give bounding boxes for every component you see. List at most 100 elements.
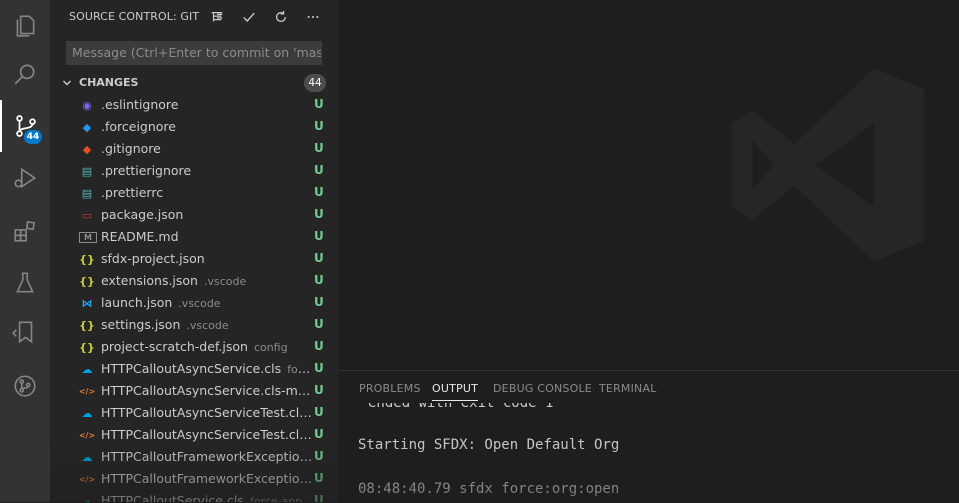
changed-file-row[interactable]: ⋈ launch.json .vscode U bbox=[50, 292, 338, 314]
changed-file-row[interactable]: M README.md U bbox=[50, 226, 338, 248]
file-directory: config bbox=[253, 341, 288, 354]
untracked-status-badge: U bbox=[314, 119, 324, 133]
changed-file-row[interactable]: {} project-scratch-def.json config U bbox=[50, 336, 338, 358]
sidebar-header: SOURCE CONTROL: GIT bbox=[50, 0, 338, 34]
changed-file-row[interactable]: ◆ .gitignore U bbox=[50, 138, 338, 160]
npm-icon: ▭ bbox=[81, 208, 93, 222]
run-debug-icon[interactable] bbox=[0, 152, 50, 204]
changed-file-row[interactable]: ☁ HTTPCalloutFrameworkException.c... U bbox=[50, 446, 338, 468]
file-name: .eslintignore bbox=[101, 97, 179, 112]
sidebar-title: SOURCE CONTROL: GIT bbox=[69, 10, 200, 23]
view-as-tree-icon[interactable] bbox=[207, 7, 227, 27]
salesforce-icon: ☁ bbox=[81, 406, 93, 420]
tab-output[interactable]: OUTPUT bbox=[432, 382, 479, 401]
untracked-status-badge: U bbox=[314, 427, 324, 441]
docker-icon: ◆ bbox=[82, 120, 92, 134]
more-actions-icon[interactable] bbox=[303, 7, 323, 27]
editor-area bbox=[338, 0, 959, 370]
untracked-status-badge: U bbox=[314, 163, 324, 177]
changed-file-row[interactable]: ▭ package.json U bbox=[50, 204, 338, 226]
prettier-icon: ▤ bbox=[81, 186, 93, 200]
file-name: .forceignore bbox=[101, 119, 176, 134]
tab-terminal[interactable]: TERMINAL bbox=[599, 382, 657, 395]
file-name: HTTPCalloutFrameworkException.c... bbox=[101, 471, 313, 486]
file-directory: force-... bbox=[287, 363, 313, 376]
untracked-status-badge: U bbox=[314, 185, 324, 199]
json-icon: {} bbox=[79, 274, 95, 288]
testing-icon[interactable] bbox=[0, 257, 50, 309]
changed-file-row[interactable]: </> HTTPCalloutAsyncService.cls-meta.... U bbox=[50, 380, 338, 402]
search-icon[interactable] bbox=[0, 48, 50, 100]
file-name: HTTPCalloutAsyncService.cls-meta.... bbox=[101, 383, 313, 398]
untracked-status-badge: U bbox=[314, 295, 324, 309]
changed-file-row[interactable]: ☁ HTTPCalloutAsyncServiceTest.clsf...U bbox=[50, 402, 338, 424]
untracked-status-badge: U bbox=[314, 405, 324, 419]
untracked-status-badge: U bbox=[314, 141, 324, 155]
json-icon: {} bbox=[79, 340, 95, 354]
untracked-status-badge: U bbox=[314, 449, 324, 463]
chevron-down-icon bbox=[63, 80, 71, 86]
vscode-icon: ⋈ bbox=[81, 296, 93, 310]
changed-file-row[interactable]: ☁ HTTPCalloutService.cls force-app U bbox=[50, 490, 338, 502]
commit-check-icon[interactable] bbox=[239, 7, 259, 27]
activity-bar: 44 bbox=[0, 0, 50, 502]
untracked-status-badge: U bbox=[314, 361, 324, 375]
prettier-icon: ▤ bbox=[81, 164, 93, 178]
json-icon: {} bbox=[79, 318, 95, 332]
output-line: 08:48:40.79 sfdx force:org:open bbox=[358, 481, 620, 497]
changed-file-row[interactable]: </> HTTPCalloutFrameworkException.c... U bbox=[50, 468, 338, 490]
file-name: launch.json .vscode bbox=[101, 295, 221, 310]
changed-file-row[interactable]: {} sfdx-project.json U bbox=[50, 248, 338, 270]
file-name: HTTPCalloutAsyncServiceTest.clsf... bbox=[101, 405, 313, 420]
explorer-icon[interactable] bbox=[0, 0, 50, 52]
untracked-status-badge: U bbox=[314, 97, 324, 111]
file-name: extensions.json .vscode bbox=[101, 273, 247, 288]
changed-file-row[interactable]: {} settings.json .vscode U bbox=[50, 314, 338, 336]
salesforce-icon: ☁ bbox=[81, 450, 93, 464]
file-name: HTTPCalloutService.cls force-app bbox=[101, 493, 302, 502]
xml-icon: </> bbox=[78, 474, 96, 484]
tab-debug-console[interactable]: DEBUG CONSOLE bbox=[493, 382, 592, 395]
markdown-icon: M bbox=[79, 232, 97, 243]
changed-file-row[interactable]: ☁ HTTPCalloutAsyncService.clsforce-...U bbox=[50, 358, 338, 380]
commit-message-input[interactable]: Message (Ctrl+Enter to commit on 'master… bbox=[66, 41, 322, 65]
file-directory: .vscode bbox=[178, 297, 221, 310]
json-icon: {} bbox=[79, 252, 95, 266]
changes-count-badge: 44 bbox=[304, 74, 326, 92]
untracked-status-badge: U bbox=[314, 251, 324, 265]
refresh-icon[interactable] bbox=[271, 7, 291, 27]
changed-file-row[interactable]: ◆ .forceignore U bbox=[50, 116, 338, 138]
changes-section-header[interactable]: CHANGES 44 bbox=[50, 72, 338, 94]
file-name: .prettierignore bbox=[101, 163, 192, 178]
changed-file-row[interactable]: ▤ .prettierignore U bbox=[50, 160, 338, 182]
changed-file-row[interactable]: {} extensions.json .vscode U bbox=[50, 270, 338, 292]
untracked-status-badge: U bbox=[314, 471, 324, 485]
git-graph-icon[interactable] bbox=[0, 360, 50, 412]
file-directory: .vscode bbox=[186, 319, 229, 332]
git-icon: ◆ bbox=[82, 142, 92, 156]
changed-file-row[interactable]: ▤ .prettierrc U bbox=[50, 182, 338, 204]
file-name: README.md bbox=[101, 229, 179, 244]
file-directory: force-app bbox=[249, 495, 303, 502]
output-view: ended with exit code 1 Starting SFDX: Op… bbox=[338, 403, 959, 503]
file-name: sfdx-project.json bbox=[101, 251, 205, 266]
salesforce-icon: ☁ bbox=[81, 362, 93, 376]
changed-file-row[interactable]: </> HTTPCalloutAsyncServiceTest.cls-... U bbox=[50, 424, 338, 446]
file-name: HTTPCalloutAsyncService.clsforce-... bbox=[101, 361, 313, 376]
untracked-status-badge: U bbox=[314, 383, 324, 397]
xml-icon: </> bbox=[78, 386, 96, 396]
file-directory: .vscode bbox=[203, 275, 247, 288]
output-line: Starting SFDX: Open Default Org bbox=[358, 437, 620, 453]
file-name: project-scratch-def.json config bbox=[101, 339, 288, 354]
bookmarks-icon[interactable] bbox=[0, 306, 50, 358]
file-name: settings.json .vscode bbox=[101, 317, 229, 332]
extensions-icon[interactable] bbox=[0, 205, 50, 257]
source-control-icon[interactable]: 44 bbox=[0, 100, 50, 152]
untracked-status-badge: U bbox=[314, 207, 324, 221]
changed-file-row[interactable]: ◉ .eslintignore U bbox=[50, 94, 338, 116]
untracked-status-badge: U bbox=[314, 229, 324, 243]
untracked-status-badge: U bbox=[314, 339, 324, 353]
eslint-icon: ◉ bbox=[82, 98, 92, 112]
tab-problems[interactable]: PROBLEMS bbox=[359, 382, 421, 395]
file-name: .prettierrc bbox=[101, 185, 164, 200]
